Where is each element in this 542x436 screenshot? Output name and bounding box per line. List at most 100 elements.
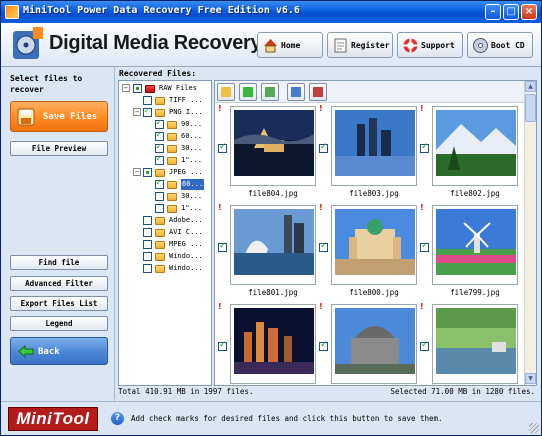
tree-checkbox[interactable] bbox=[155, 118, 164, 129]
thumbnail-caption: file804.jpg bbox=[248, 189, 298, 198]
file-preview-button[interactable]: File Preview bbox=[10, 141, 108, 156]
selected-status: Selected 71.00 MB in 1280 files. bbox=[390, 387, 536, 396]
window-title: MiniTool Power Data Recovery Free Editio… bbox=[23, 5, 300, 16]
tree-checkbox[interactable] bbox=[155, 204, 164, 213]
register-button[interactable]: Register bbox=[327, 32, 393, 58]
tree-row-raw-files[interactable]: − RAW Files bbox=[119, 83, 211, 94]
tree-checkbox[interactable] bbox=[155, 142, 164, 153]
resize-grip[interactable] bbox=[529, 423, 539, 433]
tree-row-tiff[interactable]: TIFF ... bbox=[119, 95, 211, 106]
tree-checkbox[interactable] bbox=[155, 154, 164, 165]
collapse-toggle[interactable]: − bbox=[133, 168, 141, 176]
folder-icon bbox=[167, 121, 177, 129]
tree-row-jpeg-1[interactable]: 1"... bbox=[119, 203, 211, 214]
tile-checkbox[interactable] bbox=[319, 340, 328, 351]
tree-row-png-30[interactable]: 30... bbox=[119, 142, 211, 154]
support-button[interactable]: Support bbox=[397, 32, 463, 58]
folder-icon bbox=[155, 241, 165, 249]
tree-row-jpeg-30[interactable]: 30... bbox=[119, 191, 211, 202]
image-icon bbox=[265, 87, 275, 97]
tree-row-png-90[interactable]: 90... bbox=[119, 118, 211, 130]
tile-checkbox[interactable] bbox=[218, 142, 227, 153]
folder-icon bbox=[167, 133, 177, 141]
tree-row-jpeg[interactable]: − JPEG ... bbox=[119, 167, 211, 178]
title-bar: MiniTool Power Data Recovery Free Editio… bbox=[1, 1, 541, 23]
status-bar: Total 410.91 MB in 1997 files. Selected … bbox=[115, 387, 541, 399]
tile-checkbox[interactable] bbox=[218, 241, 227, 252]
brand-title: Digital Media Recovery bbox=[49, 32, 262, 54]
tree-checkbox[interactable] bbox=[143, 228, 152, 237]
tree-row-png-1[interactable]: 1"... bbox=[119, 154, 211, 166]
scroll-thumb[interactable] bbox=[525, 94, 536, 122]
close-button[interactable]: × bbox=[521, 4, 537, 20]
tree-checkbox[interactable] bbox=[143, 96, 152, 105]
tree-row-windows-1[interactable]: Windo... bbox=[119, 251, 211, 262]
tree-row-avi[interactable]: AVI C... bbox=[119, 227, 211, 238]
folder-icon bbox=[167, 181, 177, 189]
thumbnail-image bbox=[331, 106, 417, 186]
home-icon bbox=[264, 39, 277, 53]
thumbnail-image bbox=[230, 205, 316, 285]
folder-icon bbox=[155, 265, 165, 273]
scroll-up-arrow-icon[interactable]: ▲ bbox=[525, 81, 536, 92]
up-folder-button[interactable] bbox=[217, 83, 235, 101]
folder-icon bbox=[155, 229, 165, 237]
help-icon: ? bbox=[111, 412, 124, 425]
tree-checkbox[interactable] bbox=[143, 216, 152, 225]
tree-checkbox[interactable] bbox=[143, 240, 152, 249]
thumbnail-image bbox=[230, 106, 316, 186]
add-button[interactable] bbox=[239, 83, 257, 101]
maximize-button[interactable]: □ bbox=[503, 4, 519, 20]
app-window: MiniTool Power Data Recovery Free Editio… bbox=[0, 0, 542, 436]
product-logo-icon bbox=[13, 27, 43, 59]
folder-icon bbox=[155, 109, 165, 117]
save-files-button[interactable]: Save Files bbox=[10, 101, 108, 132]
tile-checkbox[interactable] bbox=[218, 340, 227, 351]
thumbnail-caption: file800.jpg bbox=[349, 288, 399, 297]
collapse-toggle[interactable]: − bbox=[133, 108, 141, 116]
file-tree[interactable]: − RAW Files TIFF ... − PNG I... bbox=[118, 80, 212, 386]
tree-row-png[interactable]: − PNG I... bbox=[119, 106, 211, 118]
folder-icon bbox=[167, 193, 177, 201]
boot-cd-button[interactable]: Boot CD bbox=[467, 32, 533, 58]
collapse-toggle[interactable]: − bbox=[122, 84, 130, 92]
thumbnail-image bbox=[331, 304, 417, 384]
back-button[interactable]: Back bbox=[10, 337, 108, 365]
advanced-filter-button[interactable]: Advanced Filter bbox=[10, 276, 108, 291]
tree-checkbox[interactable] bbox=[155, 178, 164, 189]
up-folder-icon bbox=[221, 87, 231, 97]
details-view-button[interactable] bbox=[309, 83, 327, 101]
tree-checkbox[interactable] bbox=[143, 264, 152, 273]
thumbnail-caption: file799.jpg bbox=[450, 288, 500, 297]
minimize-button[interactable]: – bbox=[485, 4, 501, 20]
tree-checkbox[interactable] bbox=[155, 130, 164, 141]
scroll-down-arrow-icon[interactable]: ▼ bbox=[525, 373, 536, 384]
tile-checkbox[interactable] bbox=[319, 241, 328, 252]
home-button[interactable]: Home bbox=[257, 32, 323, 58]
tree-checkbox[interactable] bbox=[133, 84, 142, 93]
tree-checkbox[interactable] bbox=[143, 168, 152, 177]
export-files-list-button[interactable]: Export Files List bbox=[10, 296, 108, 311]
sidebar: Select files to recover Save Files File … bbox=[1, 67, 115, 401]
list-view-button[interactable] bbox=[287, 83, 305, 101]
tile-checkbox[interactable] bbox=[420, 241, 429, 252]
tree-checkbox[interactable] bbox=[143, 106, 152, 117]
tree-checkbox[interactable] bbox=[155, 192, 164, 201]
tree-row-mpeg[interactable]: MPEG ... bbox=[119, 239, 211, 250]
save-icon bbox=[17, 108, 35, 126]
raw-files-icon bbox=[145, 85, 155, 93]
vertical-scrollbar[interactable]: ▲ ▼ bbox=[524, 81, 536, 385]
viewer-toolbar bbox=[215, 81, 526, 103]
folder-icon bbox=[167, 157, 177, 165]
tree-checkbox[interactable] bbox=[143, 252, 152, 261]
tree-row-jpeg-60[interactable]: 60... bbox=[119, 178, 211, 190]
tree-row-png-60[interactable]: 60... bbox=[119, 130, 211, 142]
tile-checkbox[interactable] bbox=[319, 142, 328, 153]
thumbnail-view-button[interactable] bbox=[261, 83, 279, 101]
find-file-button[interactable]: Find file bbox=[10, 255, 108, 270]
legend-button[interactable]: Legend bbox=[10, 316, 108, 331]
tile-checkbox[interactable] bbox=[420, 340, 429, 351]
tree-row-adobe[interactable]: Adobe... bbox=[119, 215, 211, 226]
tree-row-windows-2[interactable]: Windo... bbox=[119, 263, 211, 274]
tile-checkbox[interactable] bbox=[420, 142, 429, 153]
